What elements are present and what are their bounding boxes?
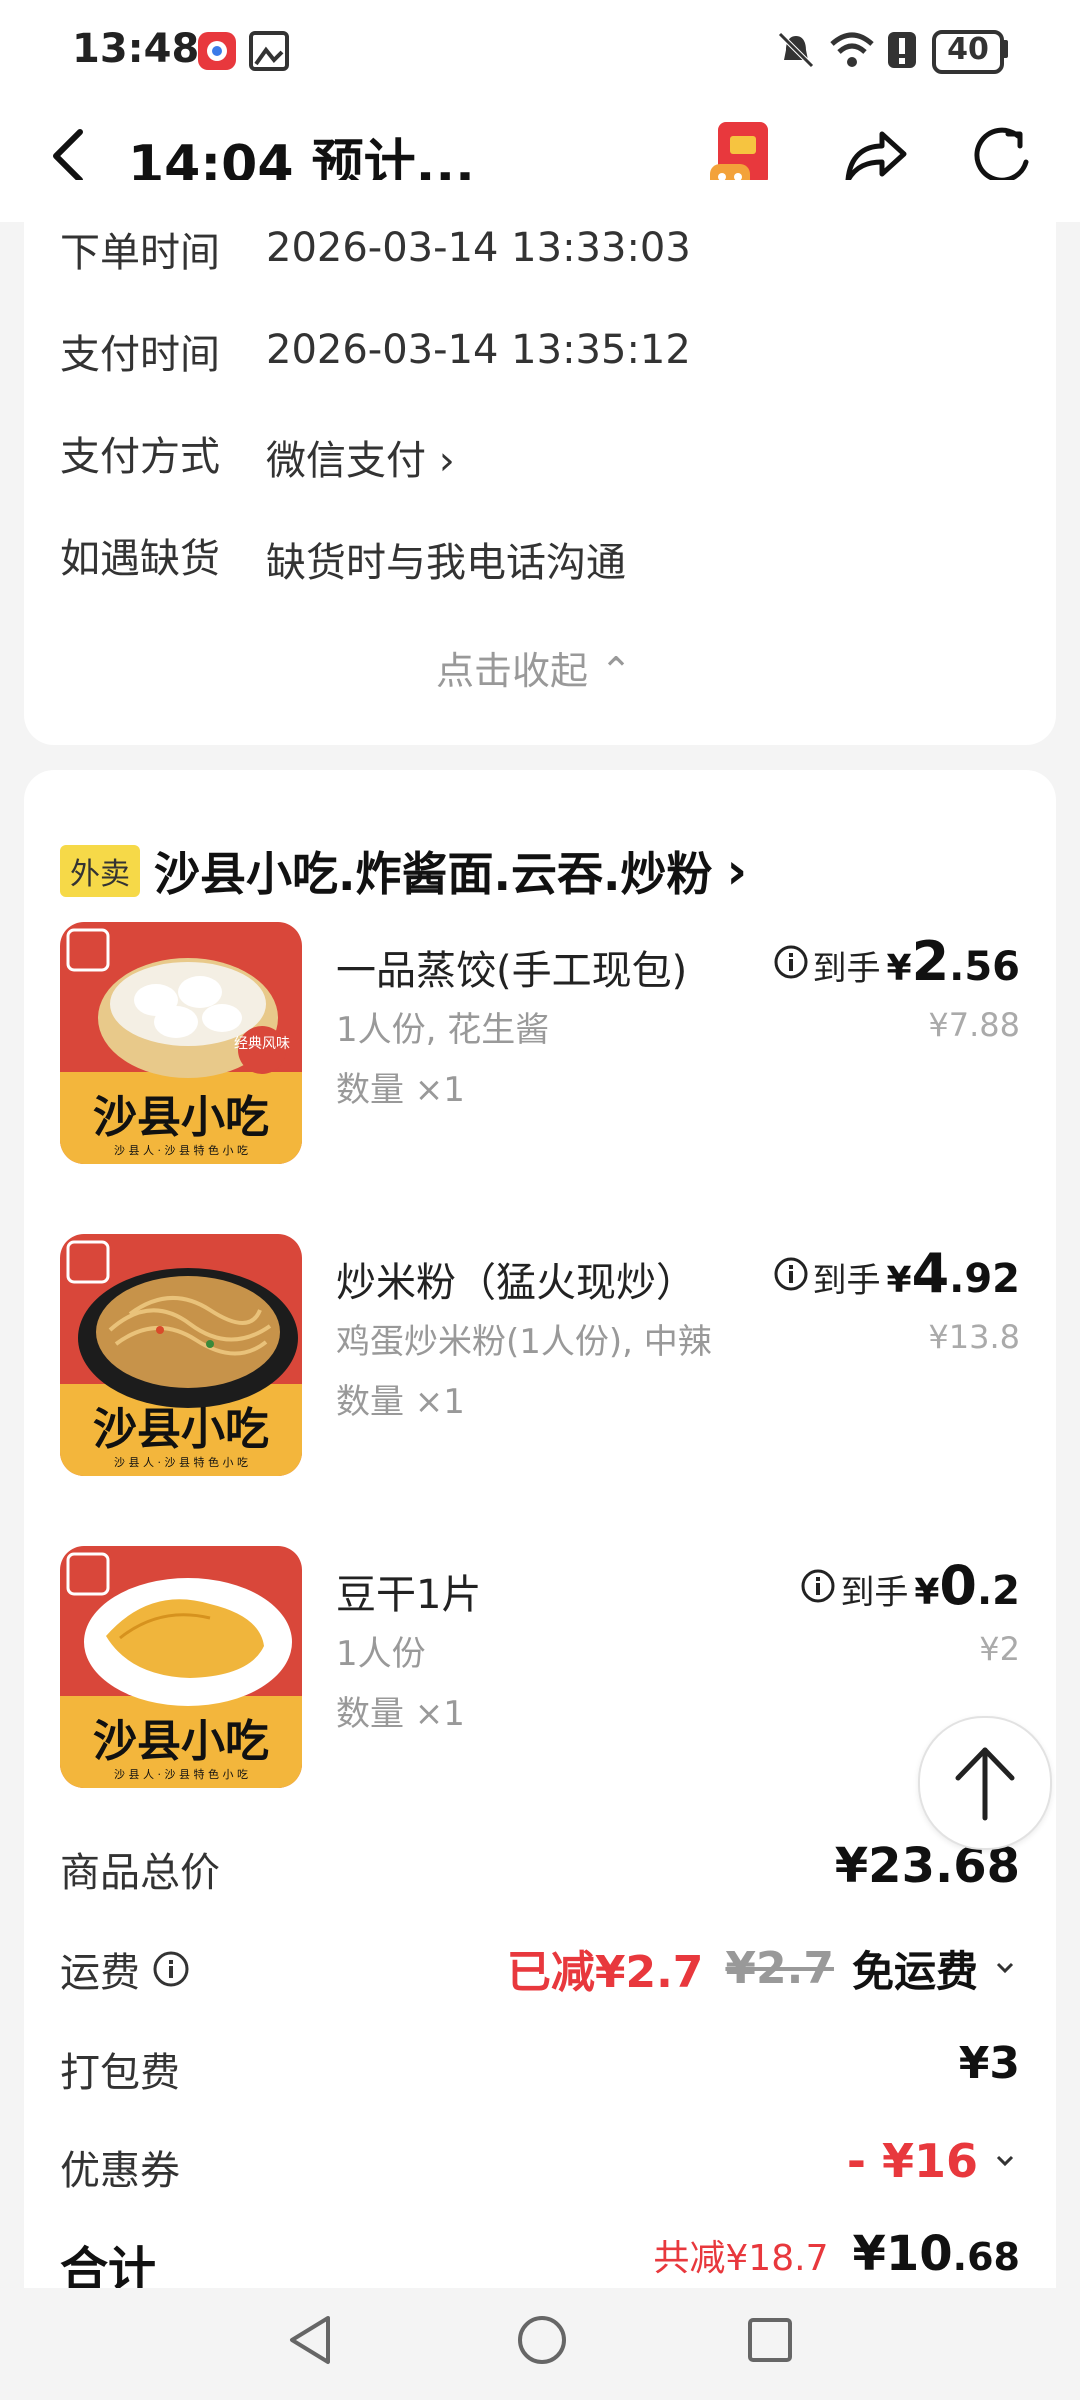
pay-method-label: 支付方式 (60, 434, 220, 480)
item-price: 到手 ¥ 4 .92 (773, 1242, 1020, 1305)
price-int: 2 (911, 930, 950, 993)
item-image-dumplings[interactable]: 经典风味 沙县小吃 沙 县 人 · 沙 县 特 色 小 吃 (60, 922, 302, 1164)
wifi-icon (830, 32, 874, 67)
price-yen: ¥ (886, 1260, 912, 1301)
pay-label: 到手 (812, 1261, 881, 1301)
app-notification-icon (198, 32, 236, 70)
shop-name: 沙县小吃.炸酱面.云吞.炒粉 (154, 847, 713, 901)
info-icon[interactable] (773, 944, 809, 980)
thumb-slogan: 沙 县 人 · 沙 县 特 色 小 吃 (114, 1143, 248, 1157)
order-info-card: 下单时间 2026-03-14 13:33:03 支付时间 2026-03-14… (24, 180, 1056, 745)
order-time-label: 下单时间 (60, 230, 220, 276)
battery-level: 40 (947, 32, 989, 67)
thumb-brand: 沙县小吃 (93, 1716, 269, 1767)
scroll-top-button[interactable] (918, 1716, 1052, 1850)
delivery-free: 免运费 (851, 1946, 978, 1996)
thumb-slogan: 沙 县 人 · 沙 县 特 色 小 吃 (114, 1455, 248, 1469)
share-icon[interactable] (842, 122, 908, 188)
packing-fee-value: ¥3 (958, 2038, 1020, 2089)
packing-fee-label: 打包费 (60, 2050, 180, 2096)
item-spec: 1人份 (336, 1634, 426, 1674)
price-dec: .92 (949, 1256, 1020, 1302)
item-image-tofu[interactable]: 沙县小吃 沙 县 人 · 沙 县 特 色 小 吃 (60, 1546, 302, 1788)
pay-time-label: 支付时间 (60, 332, 220, 378)
order-items-card: 外卖 沙县小吃.炸酱面.云吞.炒粉 › 经典风味 沙县小吃 沙 县 人 · 沙 … (24, 770, 1056, 2330)
item-image-fried-noodles[interactable]: 沙县小吃 沙 县 人 · 沙 县 特 色 小 吃 (60, 1234, 302, 1476)
item-name: 豆干1片 (336, 1572, 482, 1618)
pay-label: 到手 (840, 1573, 909, 1613)
pay-label: 到手 (812, 949, 881, 989)
item-price: 到手 ¥ 0 .2 (800, 1554, 1020, 1617)
arrow-up-icon (955, 1747, 1015, 1821)
total-int: ¥10 (852, 2226, 953, 2282)
nav-back-icon[interactable] (284, 2312, 336, 2368)
item-name: 一品蒸饺(手工现包) (336, 948, 688, 994)
out-of-stock-label: 如遇缺货 (60, 536, 220, 582)
info-icon[interactable] (152, 1950, 190, 1988)
thumb-slogan: 沙 县 人 · 沙 县 特 色 小 吃 (114, 1767, 248, 1781)
battery-tip (1002, 40, 1008, 58)
chevron-down-icon (996, 1962, 1014, 1974)
delivery-tag: 外卖 (60, 845, 140, 897)
delivery-reduced: 已减¥2.7 (506, 1947, 704, 1998)
coupon-amount: - ¥16 (846, 2134, 978, 2188)
price-int: 0 (939, 1554, 977, 1617)
item-spec: 鸡蛋炒米粉(1人份), 中辣 (336, 1322, 712, 1362)
order-time-row: 下单时间 (60, 220, 220, 278)
item-orig-price: ¥13.8 (928, 1318, 1020, 1356)
out-of-stock-value: 缺货时与我电话沟通 (266, 540, 626, 586)
price-dec: .56 (949, 944, 1020, 990)
delivery-fee-value[interactable]: 已减¥2.7 ¥2.7 免运费 (507, 1936, 1020, 2000)
system-nav-bar (0, 2288, 1080, 2400)
item-name: 炒米粉（猛火现炒） (336, 1260, 696, 1306)
back-icon[interactable] (44, 126, 94, 186)
nav-recents-icon[interactable] (744, 2314, 796, 2366)
item-qty: 数量 ×1 (336, 1070, 465, 1110)
pay-method-value[interactable]: 微信支付 › (266, 428, 455, 486)
price-int: 4 (911, 1242, 950, 1305)
item-spec: 1人份, 花生酱 (336, 1010, 550, 1050)
item-price: 到手 ¥ 2 .56 (773, 930, 1020, 993)
shop-arrow-icon: › (726, 842, 748, 900)
item-qty: 数量 ×1 (336, 1694, 465, 1734)
item-orig-price: ¥2 (979, 1630, 1020, 1668)
info-icon[interactable] (773, 1256, 809, 1292)
total-value: 共减¥18.7 ¥10 .68 (653, 2226, 1020, 2282)
alert-icon (888, 32, 916, 68)
delivery-fee-label-group[interactable]: 运费 (60, 1940, 190, 1998)
total-dec: .68 (952, 2235, 1020, 2279)
mute-icon (778, 32, 814, 68)
delivery-fee-label: 运费 (60, 1950, 140, 1996)
status-time: 13:48 (72, 26, 200, 72)
pay-time-value: 2026-03-14 13:35:12 (266, 327, 691, 373)
item-orig-price: ¥7.88 (928, 1006, 1020, 1044)
thumb-brand: 沙县小吃 (93, 1092, 269, 1143)
status-bar: 13:48 40 (0, 0, 1080, 100)
goods-total-label: 商品总价 (60, 1850, 220, 1896)
collapse-button[interactable]: 点击收起 ⌃ (436, 640, 632, 695)
thumb-brand: 沙县小吃 (93, 1404, 269, 1455)
price-dec: .2 (976, 1568, 1020, 1614)
battery-icon: 40 (932, 30, 1004, 74)
item-qty: 数量 ×1 (336, 1382, 465, 1422)
total-reduced: 共减¥18.7 (653, 2238, 829, 2279)
price-yen: ¥ (914, 1572, 940, 1613)
info-icon[interactable] (800, 1568, 836, 1604)
price-yen: ¥ (886, 948, 912, 989)
nav-home-icon[interactable] (514, 2312, 570, 2368)
order-time-value: 2026-03-14 13:33:03 (266, 225, 691, 271)
shop-header[interactable]: 外卖 沙县小吃.炸酱面.云吞.炒粉 › (60, 838, 747, 904)
image-notification-icon (249, 31, 289, 71)
chevron-down-icon (996, 2155, 1014, 2167)
delivery-orig: ¥2.7 (725, 1942, 834, 1994)
coupon-label: 优惠券 (60, 2148, 180, 2194)
coupon-value[interactable]: - ¥16 (847, 2134, 1020, 2188)
thumb-badge: 经典风味 (234, 1036, 290, 1052)
